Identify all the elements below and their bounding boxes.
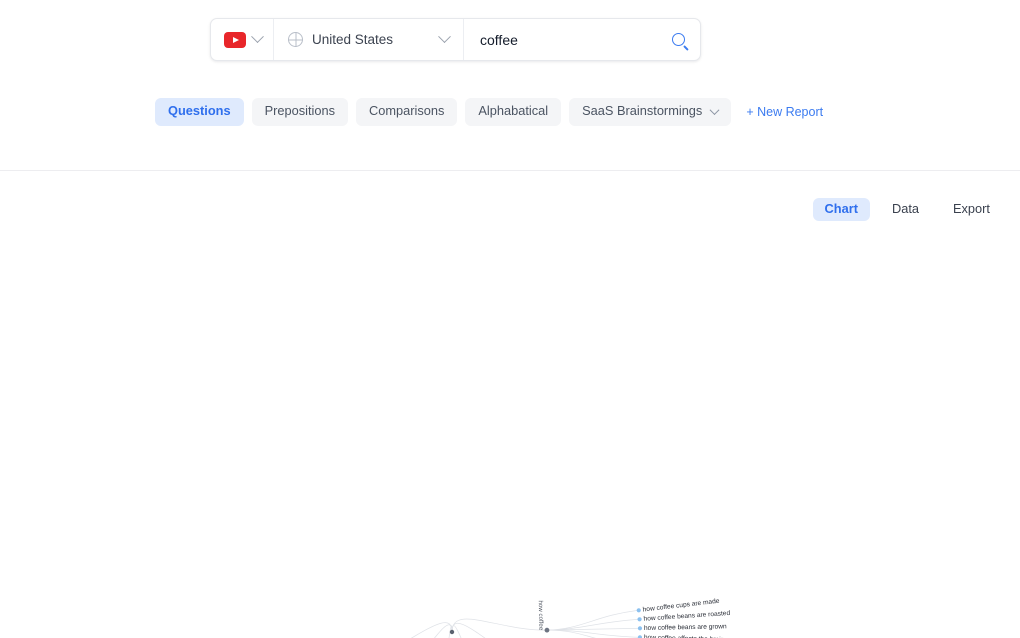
- report-tabs: Questions Prepositions Comparisons Alpha…: [155, 98, 823, 126]
- leaf-node[interactable]: [637, 617, 641, 621]
- country-label: United States: [312, 32, 431, 47]
- chart-labels: who coffeewho wants coffee finds lovewho…: [159, 598, 738, 638]
- country-select[interactable]: United States: [274, 19, 464, 60]
- link-root-hub: [452, 623, 538, 638]
- leaf-label: how coffee beans are grown: [644, 623, 727, 632]
- new-report-button[interactable]: + New Report: [746, 105, 823, 119]
- link-root-hub: [385, 625, 452, 638]
- root-node[interactable]: [450, 630, 454, 634]
- search-bar: United States: [210, 18, 701, 61]
- tab-label: Questions: [168, 103, 231, 118]
- link-hub-leaf: [547, 630, 640, 637]
- tab-label: SaaS Brainstormings: [582, 105, 702, 118]
- search-field-wrap: [464, 19, 668, 60]
- leaf-label: how coffee affects the brain: [644, 634, 725, 638]
- tab-label: Prepositions: [265, 103, 335, 118]
- radial-chart-svg[interactable]: who coffeewho wants coffee finds lovewho…: [0, 232, 1020, 638]
- header-divider: [0, 170, 1020, 171]
- view-btn-export[interactable]: Export: [941, 198, 1002, 221]
- youtube-icon: [224, 32, 246, 48]
- chevron-down-icon: [438, 30, 451, 43]
- chevron-down-icon: [710, 105, 720, 115]
- view-toggle-group: Chart Data Export: [813, 198, 1002, 221]
- link-root-hub: [452, 625, 494, 638]
- hub-label: how coffee: [537, 600, 545, 631]
- chart-links: [269, 610, 640, 638]
- tab-questions[interactable]: Questions: [155, 98, 244, 126]
- tab-label: Alphabatical: [478, 103, 548, 118]
- tab-prepositions[interactable]: Prepositions: [252, 98, 348, 126]
- leaf-node[interactable]: [638, 626, 642, 630]
- tab-label: Comparisons: [369, 103, 444, 118]
- view-btn-data[interactable]: Data: [880, 198, 931, 221]
- link-root-hub: [452, 619, 547, 632]
- search-icon: [672, 33, 685, 46]
- app-root: United States Questions Prepositions Com…: [0, 0, 1020, 638]
- view-btn-chart[interactable]: Chart: [813, 198, 870, 221]
- leaf-node[interactable]: [637, 608, 641, 612]
- tab-saas-brainstormings[interactable]: SaaS Brainstormings: [569, 98, 731, 126]
- tab-alphabatical[interactable]: Alphabatical: [465, 98, 561, 126]
- link-root-hub: [362, 623, 452, 638]
- source-select[interactable]: [211, 19, 274, 60]
- search-button[interactable]: [668, 19, 700, 60]
- radial-chart: who coffeewho wants coffee finds lovewho…: [0, 232, 1020, 638]
- chevron-down-icon: [251, 30, 264, 43]
- search-input[interactable]: [478, 31, 654, 49]
- tab-comparisons[interactable]: Comparisons: [356, 98, 457, 126]
- globe-icon: [288, 32, 303, 47]
